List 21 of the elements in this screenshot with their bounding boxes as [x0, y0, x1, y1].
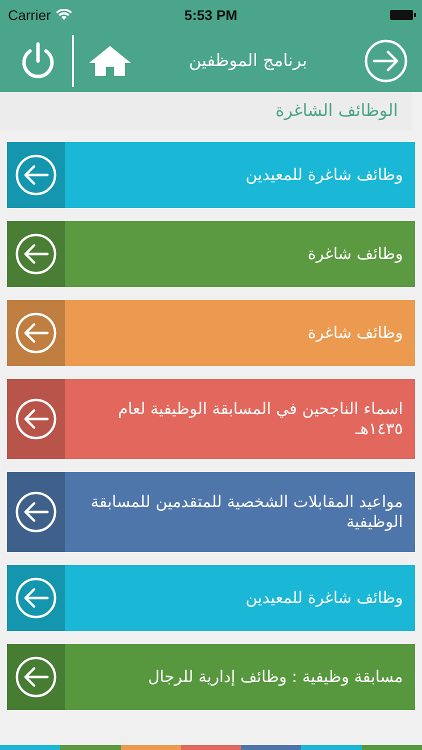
menu-item[interactable]: وظائف شاغرة: [7, 221, 415, 287]
battery-icon: [390, 10, 416, 20]
menu-item[interactable]: وظائف شاغرة للمعيدين: [7, 142, 415, 208]
menu-item-label: اسماء الناجحين في المسابقة الوظيفية لعام ١٤٣٥هـ: [116, 399, 404, 439]
menu-item[interactable]: وظائف شاغرة للمعيدين: [7, 565, 415, 631]
menu-item-label: وظائف شاغرة للمعيدين: [244, 588, 404, 608]
header-title: برنامج الموظفين: [188, 51, 308, 71]
section-title: الوظائف الشاغرة: [275, 101, 398, 121]
menu-item[interactable]: مسابقة وظيفية : وظائف إدارية للرجال: [7, 644, 415, 710]
menu-item[interactable]: مواعيد المقابلات الشخصية للمتقدمين للمسابقة الوظيفية: [7, 472, 415, 552]
menu-item-label: وظائف شاغرة للمعيدين: [244, 165, 404, 185]
menu-item-label: وظائف شاغرة: [306, 323, 404, 343]
menu-item-label: مسابقة وظيفية : وظائف إدارية للرجال: [147, 667, 404, 687]
menu-item[interactable]: اسماء الناجحين في المسابقة الوظيفية لعام ١٤٣٥هـ: [7, 379, 415, 459]
menu-item[interactable]: وظائف شاغرة: [7, 300, 415, 366]
menu-item-label: مواعيد المقابلات الشخصية للمتقدمين للمسابقة الوظيفية: [90, 492, 404, 532]
home-icon[interactable]: [88, 45, 132, 77]
menu-item-label: وظائف شاغرة: [306, 244, 404, 264]
status-time: 5:53 PM: [183, 7, 238, 23]
wifi-icon: [56, 9, 72, 21]
carrier-label: Carrier: [8, 7, 51, 23]
